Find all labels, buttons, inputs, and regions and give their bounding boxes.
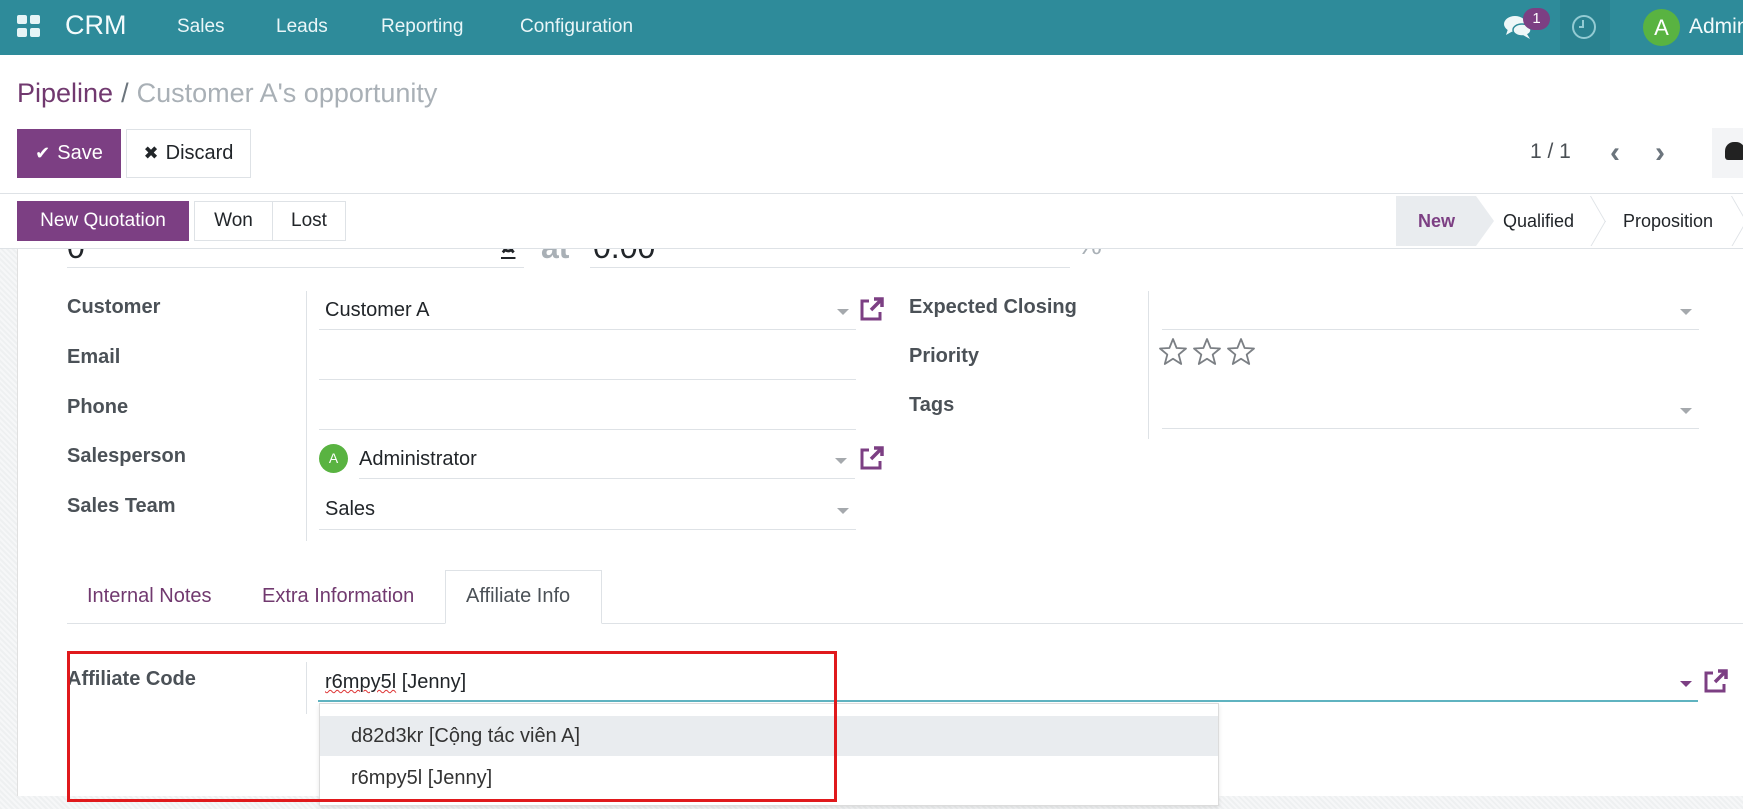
- affiliate-code-label: Affiliate Code: [67, 668, 196, 690]
- discard-label: Discard: [165, 142, 234, 164]
- priority-star-icon[interactable]: [1226, 337, 1256, 367]
- customer-external-link-icon[interactable]: [857, 296, 885, 324]
- lost-button[interactable]: Lost: [272, 201, 346, 241]
- top-navbar: CRM Sales Leads Reporting Configuration …: [0, 0, 1743, 55]
- tags-underline: [1162, 428, 1699, 429]
- affiliate-external-link-icon[interactable]: [1701, 668, 1729, 696]
- email-field[interactable]: [325, 349, 855, 375]
- tags-field[interactable]: [1162, 398, 1682, 424]
- priority-label: Priority: [909, 345, 980, 367]
- breadcrumb-pipeline[interactable]: Pipeline: [17, 78, 113, 108]
- customer-dropdown-caret[interactable]: [837, 309, 849, 315]
- affiliate-input-focus-underline: [318, 700, 1698, 702]
- stage-qualified[interactable]: Qualified: [1503, 196, 1574, 246]
- phone-label: Phone: [67, 396, 129, 418]
- close-icon: ✖: [143, 143, 159, 163]
- nav-menu-reporting[interactable]: Reporting: [381, 16, 463, 38]
- right-group-divider: [1148, 291, 1149, 439]
- sales-team-dropdown-caret[interactable]: [837, 508, 849, 514]
- percent-label: %: [1077, 249, 1102, 261]
- at-label: at: [541, 249, 569, 266]
- new-quotation-button[interactable]: New Quotation: [17, 201, 189, 241]
- expected-closing-underline: [1162, 329, 1699, 330]
- dashboard-button[interactable]: [1712, 128, 1743, 178]
- breadcrumb-current: Customer A's opportunity: [136, 78, 438, 108]
- email-label: Email: [67, 346, 121, 368]
- save-label: Save: [57, 142, 103, 164]
- discard-button[interactable]: ✖ Discard: [126, 129, 251, 178]
- stage-new[interactable]: New: [1396, 196, 1494, 246]
- affiliate-code-value: r6mpy5l: [325, 671, 397, 693]
- expected-revenue-value[interactable]: 0: [67, 249, 85, 266]
- phone-field[interactable]: [325, 399, 855, 425]
- salesperson-field[interactable]: Administrator: [359, 448, 477, 471]
- expected-closing-label: Expected Closing: [909, 296, 1077, 318]
- expected-closing-caret[interactable]: [1680, 309, 1692, 315]
- dropdown-option[interactable]: r6mpy5l [Jenny]: [320, 758, 1218, 798]
- breadcrumb: Pipeline / Customer A's opportunity: [17, 78, 437, 109]
- dropdown-option[interactable]: d82d3kr [Cộng tác viên A]: [320, 716, 1218, 756]
- affiliate-name-value: [Jenny]: [396, 671, 467, 693]
- sales-team-field[interactable]: Sales: [325, 498, 375, 521]
- check-icon: ✔: [35, 143, 51, 163]
- salesperson-label: Salesperson: [67, 445, 186, 467]
- revenue-row: 0 ¤ at 0.00 %: [67, 249, 1167, 269]
- expected-closing-field[interactable]: [1162, 299, 1682, 325]
- control-panel-divider: [0, 193, 1743, 194]
- salesperson-avatar: A: [319, 444, 348, 473]
- tabs-divider: [67, 623, 1743, 624]
- breadcrumb-separator: /: [121, 78, 129, 108]
- affiliate-autocomplete-dropdown: d82d3kr [Cộng tác viên A] r6mpy5l [Jenny…: [319, 703, 1219, 806]
- salesperson-underline: [359, 478, 855, 479]
- priority-star-icon[interactable]: [1192, 337, 1222, 367]
- clock-icon[interactable]: [1572, 15, 1596, 39]
- save-button[interactable]: ✔ Save: [17, 129, 121, 178]
- priority-star-icon[interactable]: [1158, 337, 1188, 367]
- app-brand[interactable]: CRM: [65, 10, 127, 41]
- sales-team-underline: [319, 529, 856, 530]
- user-name[interactable]: Administrator: [1689, 15, 1743, 39]
- stage-separator: [1590, 196, 1610, 246]
- currency-icon: ¤: [501, 249, 515, 262]
- stage-separator: [1731, 196, 1743, 246]
- salesperson-external-link-icon[interactable]: [857, 445, 885, 473]
- chat-counter-badge: 1: [1523, 8, 1550, 30]
- customer-underline: [319, 329, 856, 330]
- pager-value[interactable]: 1 / 1: [1530, 140, 1571, 164]
- apps-menu-icon[interactable]: [17, 15, 41, 37]
- nav-menu-configuration[interactable]: Configuration: [520, 16, 633, 38]
- tags-caret[interactable]: [1680, 408, 1692, 414]
- user-avatar[interactable]: A: [1643, 9, 1680, 46]
- pager-previous-icon[interactable]: ‹: [1610, 136, 1620, 170]
- email-underline: [319, 379, 856, 380]
- customer-label: Customer: [67, 296, 161, 318]
- salesperson-dropdown-caret[interactable]: [835, 458, 847, 464]
- affiliate-dropdown-caret[interactable]: [1680, 681, 1692, 687]
- phone-underline: [319, 429, 856, 430]
- affiliate-divider: [306, 662, 307, 714]
- tags-label: Tags: [909, 394, 955, 416]
- nav-menu-leads[interactable]: Leads: [276, 16, 328, 38]
- sales-team-label: Sales Team: [67, 495, 176, 517]
- nav-menu-sales[interactable]: Sales: [177, 16, 225, 38]
- won-button[interactable]: Won: [194, 201, 273, 241]
- left-group-divider: [306, 291, 307, 541]
- dashboard-icon: [1725, 142, 1743, 160]
- customer-field[interactable]: Customer A: [325, 299, 429, 322]
- pager-next-icon[interactable]: ›: [1655, 136, 1665, 170]
- revenue-underline: [67, 267, 524, 268]
- stage-proposition[interactable]: Proposition: [1623, 196, 1713, 246]
- tab-extra-information[interactable]: Extra Information: [262, 585, 414, 608]
- tab-internal-notes[interactable]: Internal Notes: [87, 585, 212, 608]
- tab-affiliate-info-label[interactable]: Affiliate Info: [466, 585, 570, 608]
- affiliate-code-input[interactable]: r6mpy5l [Jenny]: [325, 671, 466, 694]
- probability-underline: [590, 267, 1070, 268]
- probability-value[interactable]: 0.00: [593, 249, 655, 266]
